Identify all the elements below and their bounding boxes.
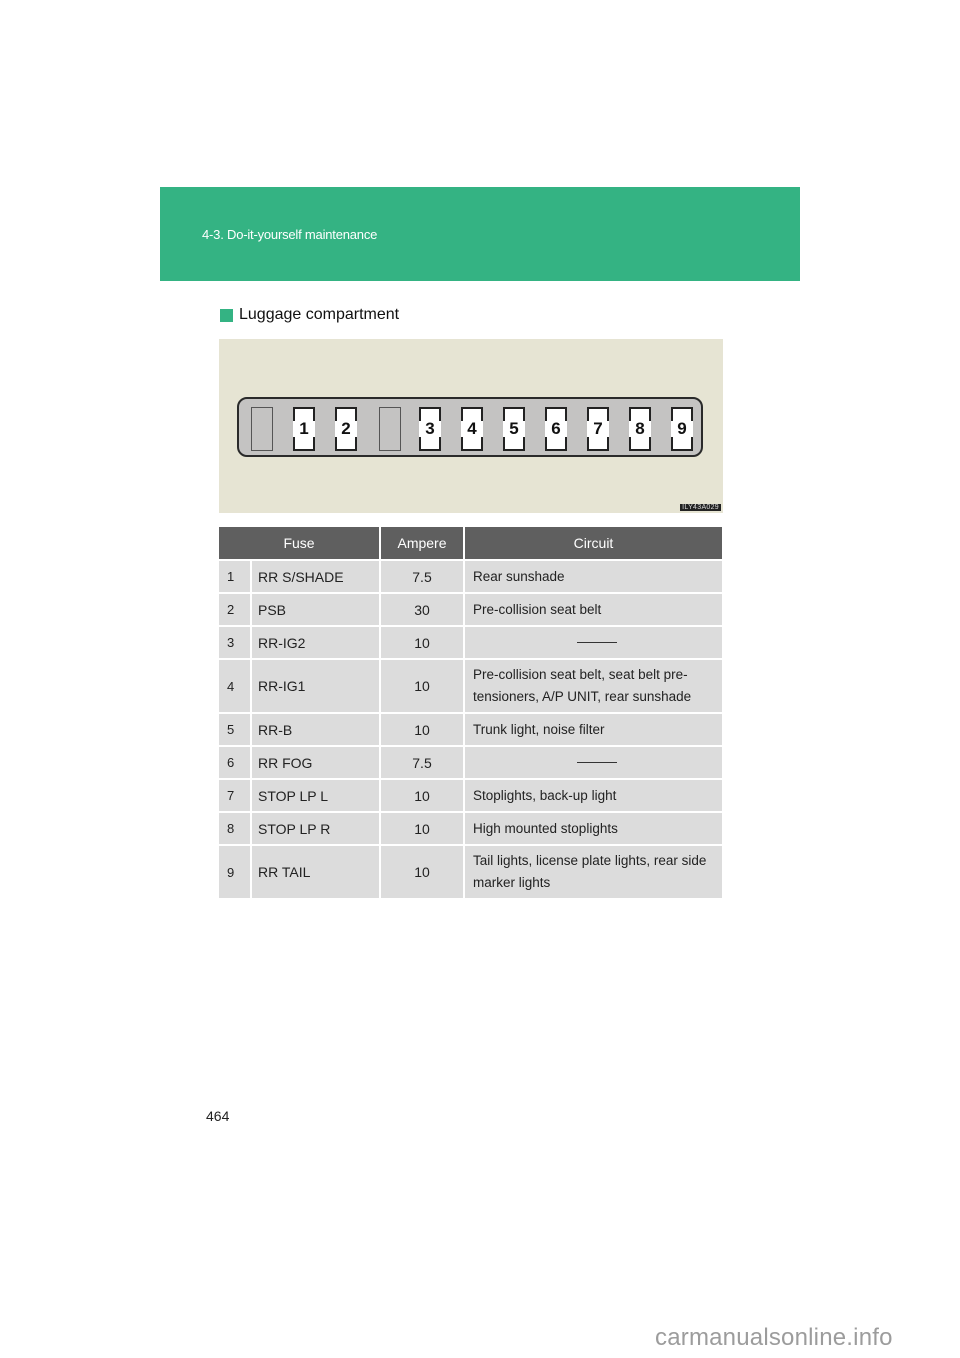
fuse-name-cell: RR-IG2 bbox=[251, 625, 381, 659]
fuse-table: Fuse Ampere Circuit 1 RR S/SHADE 7.5 Rear s… bbox=[219, 527, 722, 898]
fuse-name-cell: RR S/SHADE bbox=[251, 559, 381, 593]
fuse-slot: 7 bbox=[587, 407, 609, 451]
fuse-name-cell: RR-B bbox=[251, 712, 381, 746]
fuse-number-cell: 4 bbox=[219, 658, 252, 713]
subheading: Luggage compartment bbox=[220, 306, 399, 324]
table-row: 5 RR-B 10 Trunk light, noise filter bbox=[219, 712, 722, 746]
header-circuit: Circuit bbox=[464, 527, 722, 560]
fuse-slot: 3 bbox=[419, 407, 441, 451]
fuse-box: 1 2 3 4 5 6 7 8 9 bbox=[237, 397, 703, 457]
fuse-box-diagram: 1 2 3 4 5 6 7 8 9 ILY43A029 bbox=[219, 339, 723, 513]
fuse-number: 8 bbox=[635, 419, 645, 438]
fuse-name-cell: RR-IG1 bbox=[251, 658, 381, 713]
green-square-bullet-icon bbox=[220, 308, 233, 322]
circuit-cell: Pre-collision seat belt, seat belt pre-t… bbox=[464, 658, 722, 713]
fuse-slot: 1 bbox=[293, 407, 315, 451]
table-row: 3 RR-IG2 10 bbox=[219, 625, 722, 659]
fuse-slot: 8 bbox=[629, 407, 651, 451]
fuse-number: 3 bbox=[425, 419, 435, 438]
ampere-cell: 10 bbox=[380, 712, 465, 746]
fuse-number: 4 bbox=[467, 419, 477, 438]
table-header-row: Fuse Ampere Circuit bbox=[219, 527, 722, 560]
section-title: 4-3. Do-it-yourself maintenance bbox=[202, 227, 378, 242]
fuse-number-cell: 5 bbox=[219, 712, 252, 746]
fuse-number: 1 bbox=[299, 419, 309, 438]
circuit-cell: Tail lights, license plate lights, rear … bbox=[464, 844, 722, 898]
ampere-cell: 7.5 bbox=[380, 559, 465, 593]
fuse-slot: 6 bbox=[545, 407, 567, 451]
fuse-number-cell: 2 bbox=[219, 592, 252, 626]
circuit-cell: High mounted stoplights bbox=[464, 811, 722, 845]
table-row: 1 RR S/SHADE 7.5 Rear sunshade bbox=[219, 559, 722, 593]
ampere-cell: 10 bbox=[380, 778, 465, 812]
ampere-cell: 7.5 bbox=[380, 745, 465, 779]
table-row: 6 RR FOG 7.5 bbox=[219, 745, 722, 779]
ampere-cell: 10 bbox=[380, 811, 465, 845]
empty-slot bbox=[251, 407, 273, 451]
fuse-slot: 5 bbox=[503, 407, 525, 451]
fuse-number: 9 bbox=[677, 419, 687, 438]
circuit-cell: Stoplights, back-up light bbox=[464, 778, 722, 812]
circuit-cell: Rear sunshade bbox=[464, 559, 722, 593]
dash-line bbox=[577, 762, 617, 764]
header-ampere: Ampere bbox=[380, 527, 465, 560]
chapter-header-band: 4-3. Do-it-yourself maintenance bbox=[160, 187, 800, 281]
fuse-name-cell: STOP LP L bbox=[251, 778, 381, 812]
dash-line bbox=[577, 642, 617, 644]
fuse-number: 7 bbox=[593, 419, 603, 438]
subheading-text: Luggage compartment bbox=[239, 306, 400, 323]
fuse-number: 6 bbox=[551, 419, 561, 438]
fuse-number-cell: 8 bbox=[219, 811, 252, 845]
ampere-cell: 10 bbox=[380, 844, 465, 898]
circuit-cell-none bbox=[464, 745, 722, 779]
fuse-number: 5 bbox=[509, 419, 519, 438]
fuse-number-cell: 7 bbox=[219, 778, 252, 812]
table-row: 8 STOP LP R 10 High mounted stoplights bbox=[219, 811, 722, 845]
fuse-number-cell: 3 bbox=[219, 625, 252, 659]
fuse-number-cell: 6 bbox=[219, 745, 252, 779]
fuse-name-cell: RR TAIL bbox=[251, 844, 381, 898]
fuse-number-cell: 9 bbox=[219, 844, 252, 898]
fuse-number: 2 bbox=[341, 419, 351, 438]
page-number: 464 bbox=[206, 1108, 230, 1124]
fuse-name-cell: RR FOG bbox=[251, 745, 381, 779]
empty-slot bbox=[379, 407, 401, 451]
fuse-number-cell: 1 bbox=[219, 559, 252, 593]
fuse-slot: 9 bbox=[671, 407, 693, 451]
circuit-cell: Pre-collision seat belt bbox=[464, 592, 722, 626]
watermark[interactable]: carmanualsonline.info bbox=[655, 1324, 893, 1352]
fuse-slot: 2 bbox=[335, 407, 357, 451]
header-fuse: Fuse bbox=[219, 527, 381, 560]
ampere-cell: 10 bbox=[380, 625, 465, 659]
illustration-code: ILY43A029 bbox=[680, 504, 721, 511]
ampere-cell: 30 bbox=[380, 592, 465, 626]
fuse-slot: 4 bbox=[461, 407, 483, 451]
ampere-cell: 10 bbox=[380, 658, 465, 713]
table-row: 9 RR TAIL 10 Tail lights, license plate lig… bbox=[219, 844, 722, 898]
table-row: 4 RR-IG1 10 Pre-collision seat belt, seat b… bbox=[219, 658, 722, 713]
table-row: 2 PSB 30 Pre-collision seat belt bbox=[219, 592, 722, 626]
fuse-name-cell: STOP LP R bbox=[251, 811, 381, 845]
fuse-name-cell: PSB bbox=[251, 592, 381, 626]
circuit-cell-none bbox=[464, 625, 722, 659]
table-row: 7 STOP LP L 10 Stoplights, back-up light bbox=[219, 778, 722, 812]
circuit-cell: Trunk light, noise filter bbox=[464, 712, 722, 746]
